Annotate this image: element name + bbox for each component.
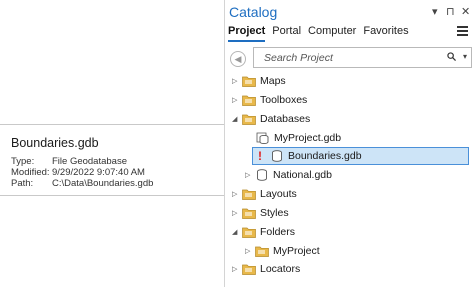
tree-item[interactable]: ▷ National.gdb	[0, 166, 332, 185]
back-icon[interactable]: ◀	[230, 51, 246, 67]
geodatabase-icon	[255, 169, 269, 181]
locators-folder-icon	[242, 263, 256, 275]
tree-item-label: Locators	[260, 263, 301, 275]
tree-item-label: Maps	[260, 75, 286, 87]
tree-item[interactable]: ◢ Databases	[0, 110, 310, 129]
tree-item[interactable]: ▷ Layouts	[0, 185, 297, 204]
databases-folder-icon	[242, 113, 256, 125]
caret-collapsed-icon[interactable]: ▷	[232, 190, 237, 198]
tree-item[interactable]: ▷ MyProject	[0, 242, 320, 261]
caret-expanded-icon[interactable]: ◢	[232, 228, 237, 236]
tree-item-label: MyProject.gdb	[274, 132, 342, 144]
tab-computer[interactable]: Computer	[308, 25, 356, 42]
tree-item-label: Layouts	[260, 188, 297, 200]
search-placeholder: Search Project	[264, 52, 333, 64]
catalog-tabs: Project Portal Computer Favorites	[228, 25, 409, 42]
tree-item[interactable]: ▷ Styles	[0, 204, 289, 223]
tree-item-label: Styles	[260, 207, 289, 219]
caret-collapsed-icon[interactable]: ▷	[232, 96, 237, 104]
toolboxes-folder-icon	[242, 94, 256, 106]
caret-collapsed-icon[interactable]: ▷	[232, 209, 237, 217]
tree-item[interactable]: ▷ Toolboxes	[0, 91, 307, 110]
pin-icon[interactable]: ⊓	[446, 5, 455, 18]
tree-item[interactable]: MyProject.gdb	[0, 129, 341, 148]
default-geodatabase-icon	[256, 132, 270, 145]
tree-item-label: MyProject	[273, 245, 320, 257]
tree-item[interactable]: ! Boundaries.gdb	[0, 147, 362, 166]
close-icon[interactable]: ✕	[461, 5, 470, 18]
tree-item[interactable]: ▷ Maps	[0, 72, 286, 91]
chevron-down-icon[interactable]: ▾	[432, 5, 438, 18]
caret-collapsed-icon[interactable]: ▷	[245, 171, 250, 179]
tree-item-label: National.gdb	[273, 169, 332, 181]
warning-icon: !	[258, 149, 262, 163]
tree-item-label: Databases	[260, 113, 311, 125]
maps-folder-icon	[242, 75, 256, 87]
caret-collapsed-icon[interactable]: ▷	[232, 77, 237, 85]
pane-title: Catalog	[229, 4, 278, 20]
search-input[interactable]: Search Project ▾	[253, 47, 472, 68]
folders-icon	[242, 226, 256, 238]
tree-item[interactable]: ◢ Folders	[0, 223, 295, 242]
layouts-folder-icon	[242, 188, 256, 200]
tree-item-label: Folders	[260, 226, 296, 238]
caret-expanded-icon[interactable]: ◢	[232, 115, 237, 123]
tree-item-label: Boundaries.gdb	[288, 150, 362, 162]
styles-folder-icon	[242, 207, 256, 219]
tree-item[interactable]: ▷ Locators	[0, 260, 300, 279]
tab-favorites[interactable]: Favorites	[363, 25, 408, 42]
search-icon[interactable]	[447, 52, 456, 61]
menu-icon[interactable]	[457, 26, 468, 36]
tab-portal[interactable]: Portal	[272, 25, 301, 42]
caret-collapsed-icon[interactable]: ▷	[245, 247, 250, 255]
tab-project[interactable]: Project	[228, 25, 266, 42]
search-options-icon[interactable]: ▾	[463, 52, 467, 61]
folder-icon	[255, 245, 269, 257]
geodatabase-icon	[270, 150, 284, 162]
caret-collapsed-icon[interactable]: ▷	[232, 265, 237, 273]
tree-item-label: Toolboxes	[260, 94, 308, 106]
